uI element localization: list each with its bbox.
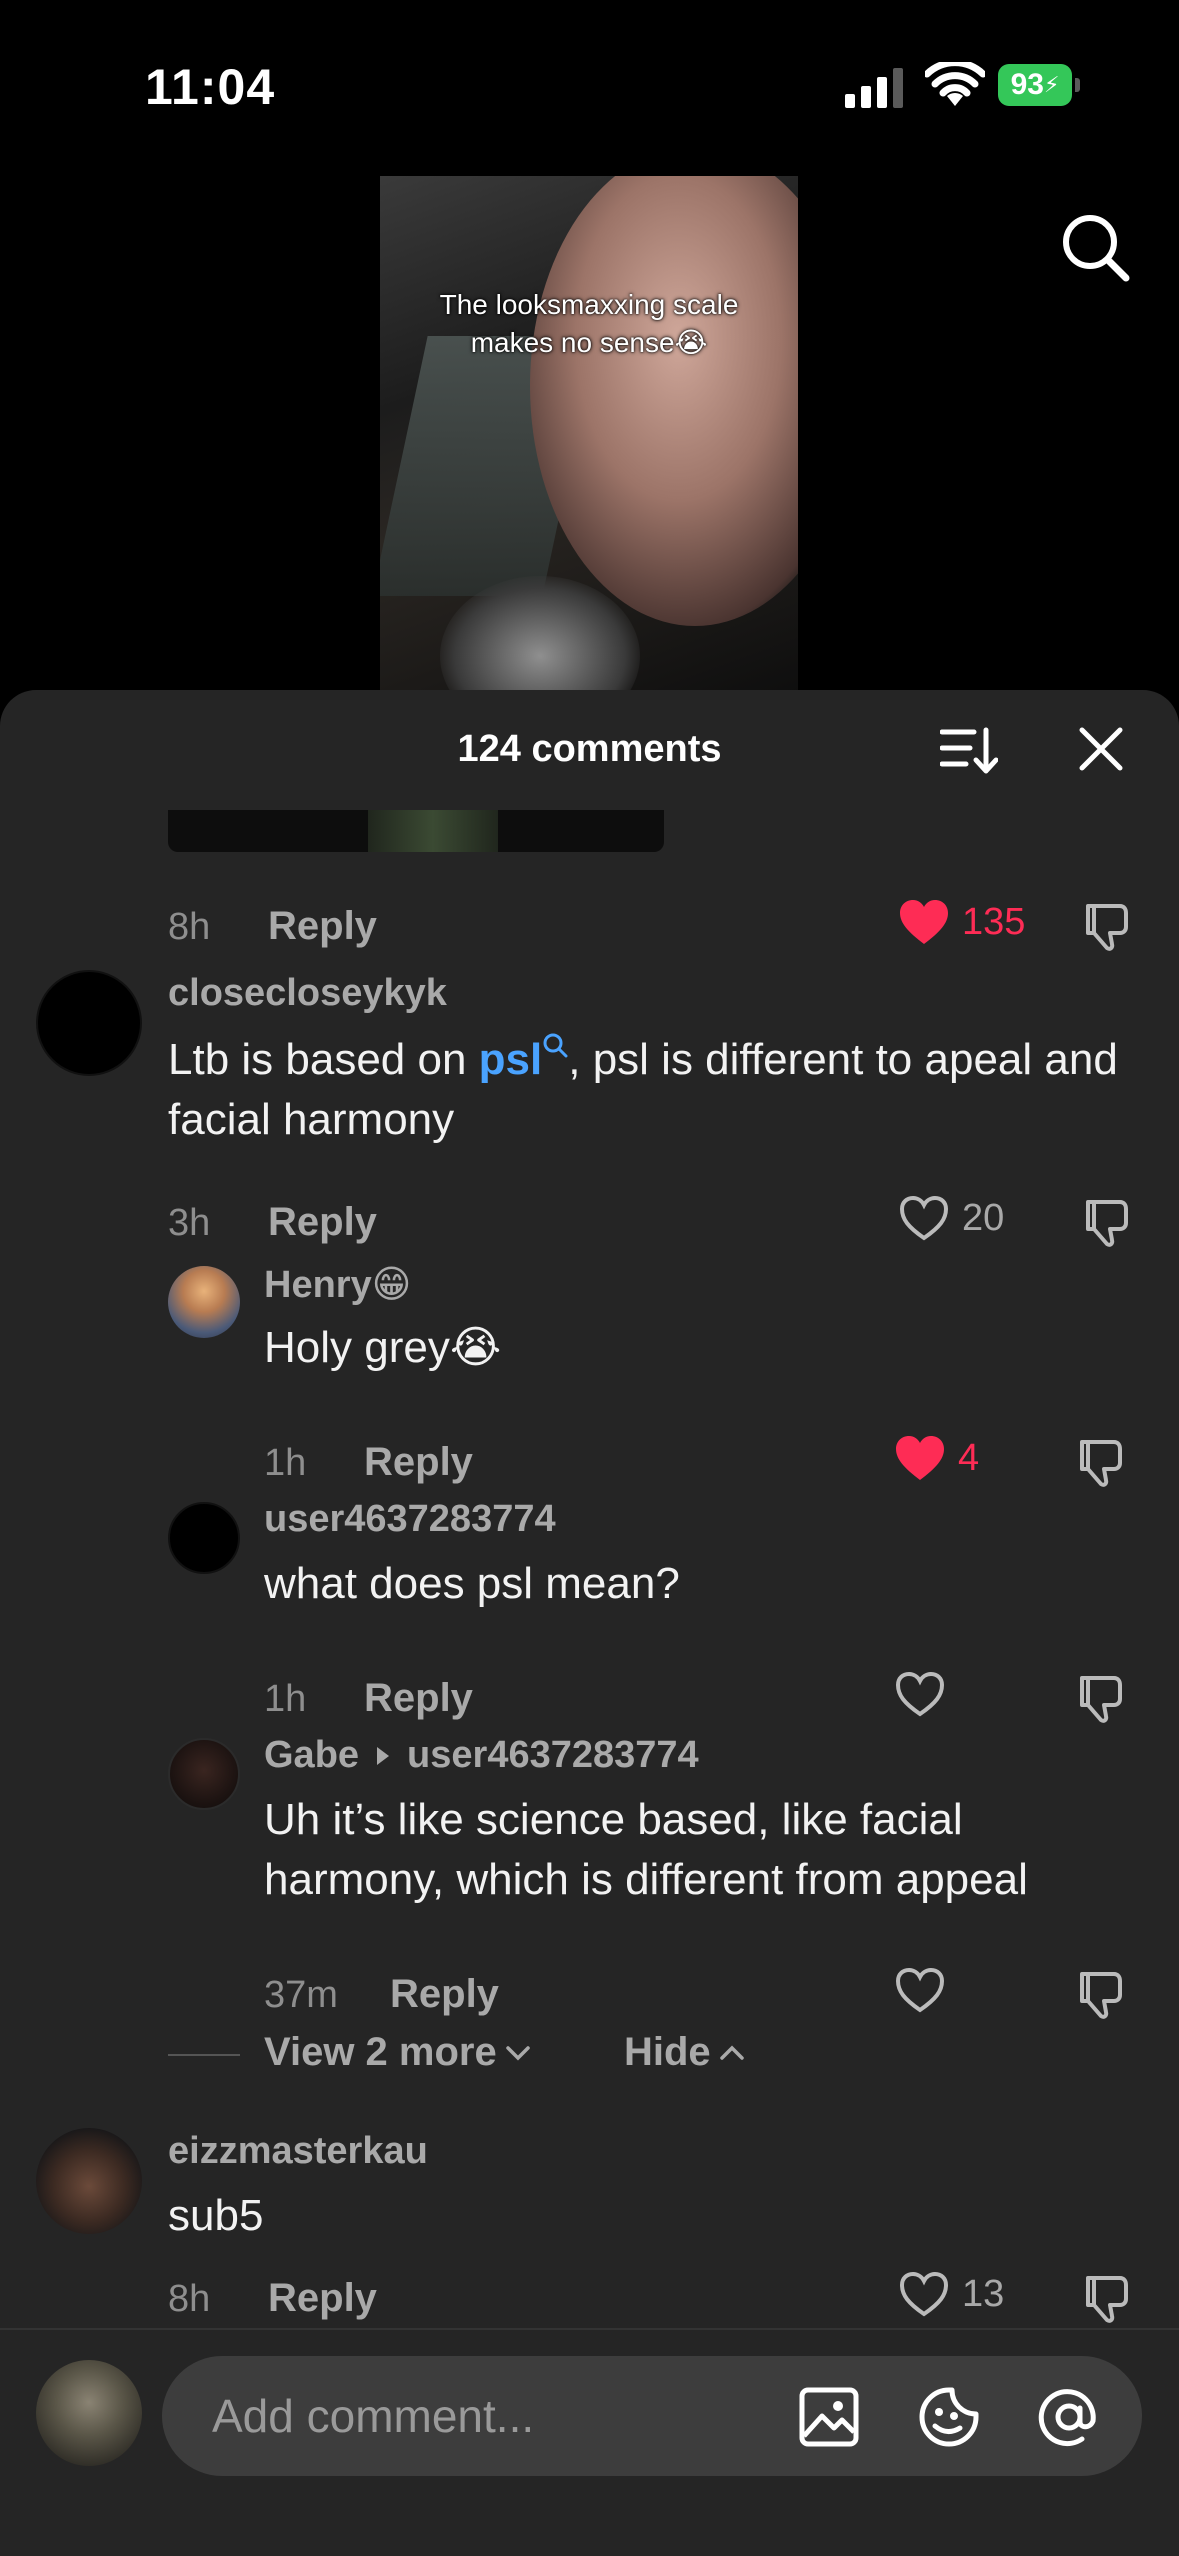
status-time: 11:04 <box>145 59 276 115</box>
reply-thread-header: Gabe user4637283774 <box>264 1734 699 1777</box>
comment-username[interactable]: eizzmasterkau <box>168 2130 428 2173</box>
like-button[interactable]: 20 <box>898 1194 1004 1242</box>
comment-text: what does psl mean? <box>264 1559 680 1608</box>
heart-outline-icon <box>895 1671 945 1717</box>
comment-text: Ltb is based on psl, psl is different to… <box>168 1030 1128 1150</box>
avatar[interactable] <box>168 1266 240 1338</box>
comment-username[interactable]: user4637283774 <box>264 1498 556 1541</box>
cellular-signal-icon <box>845 68 903 108</box>
thread-divider <box>168 2054 240 2056</box>
chevron-up-icon <box>719 2045 744 2060</box>
video-subject <box>530 176 798 626</box>
search-small-icon <box>543 1033 568 1058</box>
like-count: 20 <box>962 1196 1005 1239</box>
sort-icon[interactable] <box>940 726 998 776</box>
heart-outline-icon <box>899 1195 949 1241</box>
dislike-icon[interactable] <box>1080 1196 1132 1248</box>
reply-button[interactable]: Reply <box>268 2276 377 2321</box>
comment-time: 3h <box>168 1202 211 1244</box>
comment-time: 8h <box>168 906 211 948</box>
comment-username[interactable]: closecloseykyk <box>168 972 447 1015</box>
heart-filled-icon <box>896 1436 944 1480</box>
hide-replies-button[interactable]: Hide <box>624 2030 745 2075</box>
avatar[interactable] <box>168 1502 240 1574</box>
mention-icon[interactable] <box>1038 2386 1100 2448</box>
search-icon[interactable] <box>1060 212 1130 282</box>
like-count: 135 <box>962 900 1026 943</box>
reply-button[interactable]: Reply <box>268 1200 377 1245</box>
search-link-psl[interactable]: psl <box>479 1033 569 1084</box>
heart-outline-icon <box>895 1967 945 2013</box>
comment-input-box[interactable] <box>162 2356 1142 2476</box>
dislike-icon[interactable] <box>1080 2272 1132 2324</box>
like-count: 13 <box>962 2272 1005 2315</box>
heart-outline-icon <box>899 2271 949 2317</box>
comment-time: 1h <box>264 1678 307 1720</box>
comment-image-thumbnail[interactable] <box>168 810 664 852</box>
comment-username[interactable]: Gabe <box>264 1734 359 1777</box>
reply-button[interactable]: Reply <box>268 904 377 949</box>
like-button[interactable]: 135 <box>898 898 1025 946</box>
reply-button[interactable]: Reply <box>364 1676 473 1721</box>
reply-button[interactable]: Reply <box>364 1440 473 1485</box>
like-count: 4 <box>958 1436 980 1479</box>
video-preview[interactable]: The looksmaxxing scale makes no sense😭 <box>380 176 798 696</box>
reply-button[interactable]: Reply <box>390 1972 499 2017</box>
like-button[interactable] <box>894 1670 946 1718</box>
image-icon[interactable] <box>798 2386 860 2448</box>
battery-level: 93 <box>1010 68 1044 101</box>
like-button[interactable]: 4 <box>894 1434 979 1482</box>
comment-time: 37m <box>264 1974 338 2016</box>
dislike-icon[interactable] <box>1080 900 1132 952</box>
dislike-icon[interactable] <box>1074 1436 1126 1488</box>
heart-filled-icon <box>900 900 948 944</box>
chevron-down-icon <box>505 2045 530 2060</box>
comments-count-title: 124 comments <box>457 728 722 770</box>
comments-sheet: 124 comments 8h Reply 135 closecloseykyk… <box>0 690 1179 2556</box>
like-button[interactable] <box>894 1966 946 2014</box>
comment-time: 1h <box>264 1442 307 1484</box>
sticker-emoji-icon[interactable] <box>918 2386 980 2448</box>
avatar[interactable] <box>168 1738 240 1810</box>
caret-right-icon <box>377 1746 390 1765</box>
status-bar: 11:04 93 ⚡ <box>0 0 1179 170</box>
comment-username[interactable]: Henry😁 <box>264 1262 411 1307</box>
reply-to-username[interactable]: user4637283774 <box>407 1734 699 1777</box>
dislike-icon[interactable] <box>1074 1968 1126 2020</box>
comment-composer <box>0 2328 1179 2556</box>
wifi-icon <box>925 62 985 106</box>
like-button[interactable]: 13 <box>898 2270 1004 2318</box>
video-caption: The looksmaxxing scale makes no sense😭 <box>439 289 739 358</box>
battery-indicator: 93 ⚡ <box>998 64 1080 106</box>
comment-text: Uh it’s like science based, like facial … <box>264 1795 1028 1904</box>
comment-text: Holy grey😭 <box>264 1323 502 1372</box>
sheet-header: 124 comments <box>0 690 1179 810</box>
avatar[interactable] <box>36 970 142 1076</box>
avatar[interactable] <box>36 2128 142 2234</box>
current-user-avatar[interactable] <box>36 2360 142 2466</box>
comment-text: sub5 <box>168 2191 264 2240</box>
view-more-replies-button[interactable]: View 2 more <box>264 2030 531 2075</box>
close-icon[interactable] <box>1078 726 1124 772</box>
dislike-icon[interactable] <box>1074 1672 1126 1724</box>
charging-bolt-icon: ⚡ <box>1043 72 1060 97</box>
comment-time: 8h <box>168 2278 211 2320</box>
